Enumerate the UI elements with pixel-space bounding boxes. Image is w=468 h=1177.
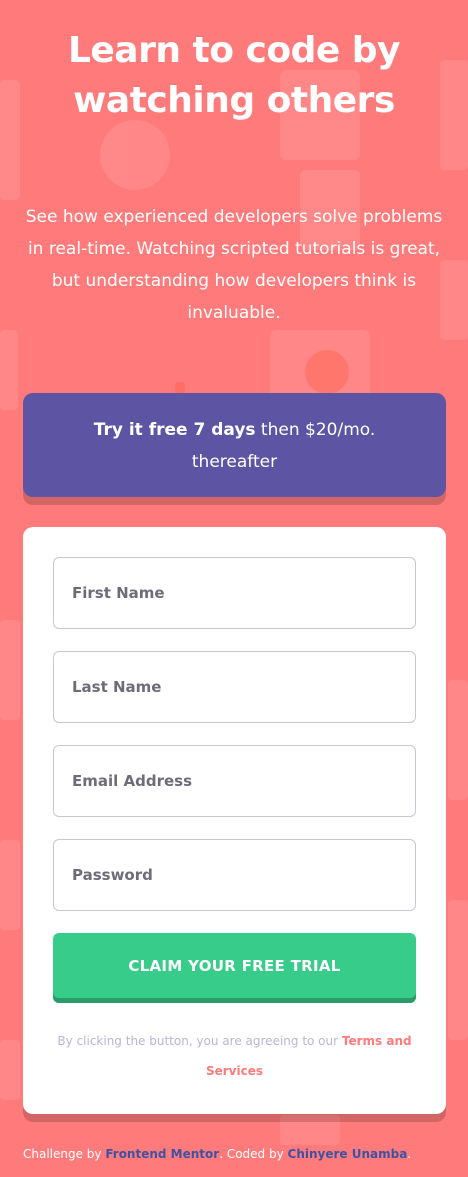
frontend-mentor-link[interactable]: Frontend Mentor [105,1147,219,1161]
intro-description: See how experienced developers solve pro… [25,207,443,323]
title-line-1: Learn to code by [67,30,401,71]
attribution-suffix: . [407,1147,412,1161]
attribution: Challenge by Frontend Mentor. Coded by C… [23,1143,453,1165]
first-name-input[interactable] [53,557,416,629]
promo-bold-text: Try it free 7 days [93,420,256,440]
terms-text: By clicking the button, you are agreeing… [57,1034,342,1048]
terms-notice: By clicking the button, you are agreeing… [47,1026,422,1086]
page-title: Learn to code by watching others [0,26,468,126]
promo-banner: Try it free 7 days then $20/mo. thereaft… [23,393,446,497]
attribution-middle: . Coded by [219,1147,288,1161]
attribution-prefix: Challenge by [23,1147,106,1161]
last-name-input[interactable] [53,651,416,723]
password-input[interactable] [53,839,416,911]
email-input[interactable] [53,745,416,817]
page: Learn to code by watching others See how… [0,0,468,1177]
claim-free-trial-button[interactable]: CLAIM YOUR FREE TRIAL [53,933,416,1003]
title-line-2: watching others [73,80,395,121]
author-link[interactable]: Chinyere Unamba [288,1147,408,1161]
signup-form: CLAIM YOUR FREE TRIAL By clicking the bu… [23,527,446,1114]
